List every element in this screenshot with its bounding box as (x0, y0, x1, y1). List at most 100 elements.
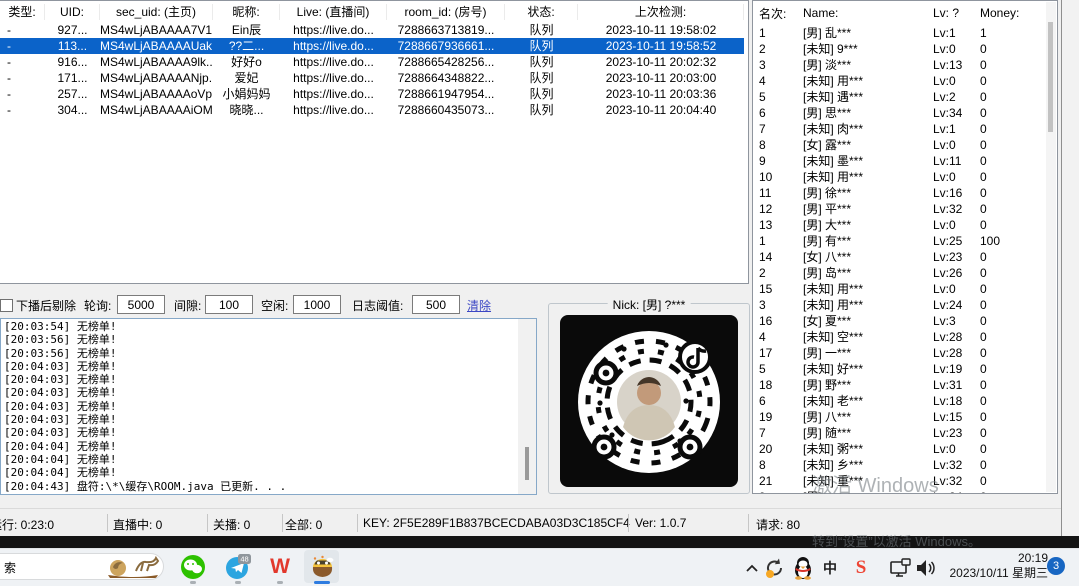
rank-cell-money: 0 (980, 393, 1025, 409)
log-scrollbar[interactable] (518, 319, 536, 494)
table-row[interactable]: -927...MS4wLjABAAAA7V1...Ein辰https://liv… (0, 22, 744, 38)
rank-cell-name: [男] 思*** (803, 105, 933, 121)
remove-after-end-checkbox[interactable] (0, 299, 13, 312)
rank-row[interactable]: 10[未知] 用***Lv:00 (753, 169, 1057, 185)
rank-row[interactable]: 9[未知] 墨***Lv:110 (753, 153, 1057, 169)
sync-icon[interactable] (763, 556, 787, 580)
bee-app-icon[interactable] (308, 553, 336, 581)
rank-row[interactable]: 4[未知] 空***Lv:280 (753, 329, 1057, 345)
rank-row[interactable]: 5[未知] 遇***Lv:20 (753, 89, 1057, 105)
rank-cell-rank: 16 (753, 313, 803, 329)
rank-cell-money: 0 (980, 105, 1025, 121)
display-icon[interactable] (889, 556, 913, 580)
rank-row[interactable]: 19[男] 八***Lv:150 (753, 409, 1057, 425)
rank-row[interactable]: 21[未知] 重***Lv:320 (753, 473, 1057, 489)
rank-row[interactable]: 3[未知] 用***Lv:240 (753, 297, 1057, 313)
table-row[interactable]: -916...MS4wLjABAAAA9lk...好好ohttps://live… (0, 54, 744, 70)
column-header[interactable]: sec_uid: (主页) (100, 4, 213, 20)
rank-cell-lv: Lv:16 (933, 185, 980, 201)
column-header[interactable]: 昵称: (213, 4, 280, 20)
ime-zh-icon[interactable]: 中 (818, 556, 842, 580)
qq-icon[interactable] (791, 556, 815, 580)
rank-list-panel[interactable]: 名次: Name: Lv: ? Money: 1[男] 乱***Lv:112[未… (752, 0, 1058, 494)
telegram-running-indicator (235, 581, 241, 584)
rank-row[interactable]: 4[未知] 用***Lv:00 (753, 73, 1057, 89)
rank-cell-money: 0 (980, 217, 1025, 233)
cell-status: 队列 (505, 54, 578, 70)
live-room-table[interactable]: 类型:UID:sec_uid: (主页)昵称:Live: (直播间)room_i… (0, 0, 749, 284)
table-row[interactable]: -113...MS4wLjABAAAAUak...??二...https://l… (0, 38, 744, 54)
cell-uid: 257... (45, 86, 100, 102)
column-header[interactable]: 类型: (0, 4, 45, 20)
rank-cell-rank: 8 (753, 137, 803, 153)
chevron-up-icon[interactable] (740, 556, 764, 580)
rank-row[interactable]: 14[女] 八***Lv:230 (753, 249, 1057, 265)
rank-cell-money: 0 (980, 457, 1025, 473)
rank-row[interactable]: 20[未知] 粥***Lv:00 (753, 441, 1057, 457)
table-row[interactable]: -171...MS4wLjABAAAANjp...爱妃https://live.… (0, 70, 744, 86)
idle-input[interactable] (293, 295, 341, 314)
log-line: [20:03:56] 无榜单! (4, 347, 533, 360)
notification-badge[interactable]: 3 (1047, 557, 1065, 575)
rank-row[interactable]: 5[未知] 好***Lv:190 (753, 361, 1057, 377)
rank-cell-money: 100 (980, 233, 1025, 249)
column-header[interactable]: 上次检测: (578, 4, 744, 20)
rank-row[interactable]: 1[男] 有***Lv:25100 (753, 233, 1057, 249)
rank-row[interactable]: 3[男] 淡***Lv:130 (753, 57, 1057, 73)
cell-last_check: 2023-10-11 20:03:00 (578, 70, 744, 86)
rank-row[interactable]: 8[未知] 乡***Lv:320 (753, 457, 1057, 473)
rank-row[interactable]: 6[男] 思***Lv:340 (753, 105, 1057, 121)
table-row[interactable]: -304...MS4wLjABAAAAiOM...晓晓...https://li… (0, 102, 744, 118)
column-header[interactable]: room_id: (房号) (387, 4, 505, 20)
log-textarea[interactable]: [20:03:54] 无榜单![20:03:56] 无榜单![20:03:56]… (0, 318, 537, 495)
rank-row[interactable]: 2[男] 岛***Lv:260 (753, 265, 1057, 281)
rank-scrollbar-thumb[interactable] (1048, 22, 1053, 132)
taskbar-search[interactable]: 索 (0, 553, 164, 580)
rank-cell-name: [未知] 肉*** (803, 121, 933, 137)
rank-row[interactable]: 1[男] 乱***Lv:11 (753, 25, 1057, 41)
wps-icon[interactable]: W (266, 553, 294, 581)
rank-row[interactable]: 9[男]Lv:240 (753, 489, 1057, 494)
rank-cell-money: 0 (980, 345, 1025, 361)
rank-cell-rank: 2 (753, 41, 803, 57)
offline-count: 关播: 0 (213, 516, 250, 533)
rank-cell-rank: 4 (753, 329, 803, 345)
rank-row[interactable]: 6[未知] 老***Lv:180 (753, 393, 1057, 409)
rank-row[interactable]: 8[女] 露***Lv:00 (753, 137, 1057, 153)
cell-sec_uid: MS4wLjABAAAA7V1... (100, 22, 213, 38)
table-row[interactable]: -257...MS4wLjABAAAAoVp...小娟妈妈https://liv… (0, 86, 744, 102)
nick-title: Nick: [男] ?*** (608, 296, 691, 313)
rank-row[interactable]: 18[男] 野***Lv:310 (753, 377, 1057, 393)
rank-cell-name: [男] 徐*** (803, 185, 933, 201)
rank-row[interactable]: 15[未知] 用***Lv:00 (753, 281, 1057, 297)
wechat-icon[interactable] (179, 553, 207, 581)
telegram-icon[interactable]: 48 (224, 553, 252, 581)
column-header[interactable]: 状态: (505, 4, 578, 20)
volume-icon[interactable] (913, 556, 937, 580)
clear-log-link[interactable]: 清除 (467, 297, 491, 314)
sogou-icon[interactable]: S (849, 556, 873, 580)
rank-cell-money: 0 (980, 377, 1025, 393)
taskbar-clock[interactable]: 20:19 2023/10/11 星期三 (938, 551, 1048, 581)
rank-row[interactable]: 7[未知] 肉***Lv:10 (753, 121, 1057, 137)
rank-cell-lv: Lv:0 (933, 137, 980, 153)
rank-row[interactable]: 7[男] 随***Lv:230 (753, 425, 1057, 441)
rank-scrollbar[interactable] (1046, 2, 1056, 492)
column-header[interactable]: UID: (45, 4, 100, 20)
log-threshold-input[interactable] (412, 295, 460, 314)
rank-row[interactable]: 11[男] 徐***Lv:160 (753, 185, 1057, 201)
rank-row[interactable]: 17[男] 一***Lv:280 (753, 345, 1057, 361)
active-app-indicator (314, 581, 330, 584)
poll-input[interactable] (117, 295, 165, 314)
rank-row[interactable]: 12[男] 平***Lv:320 (753, 201, 1057, 217)
rank-cell-money: 0 (980, 89, 1025, 105)
gap-input[interactable] (205, 295, 253, 314)
rank-row[interactable]: 13[男] 大***Lv:00 (753, 217, 1057, 233)
rank-cell-money: 0 (980, 57, 1025, 73)
rank-row[interactable]: 2[未知] 9***Lv:00 (753, 41, 1057, 57)
log-scrollbar-thumb[interactable] (525, 447, 529, 480)
column-header[interactable]: Live: (直播间) (280, 4, 387, 20)
rank-row[interactable]: 16[女] 夏***Lv:30 (753, 313, 1057, 329)
rank-cell-money: 0 (980, 265, 1025, 281)
rank-cell-money: 0 (980, 297, 1025, 313)
